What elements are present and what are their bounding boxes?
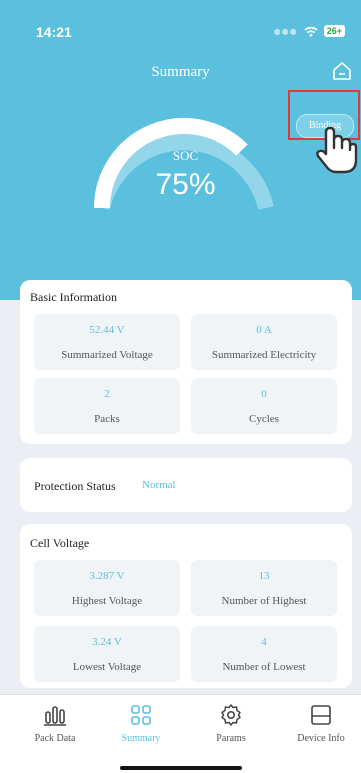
bar-chart-icon (44, 706, 66, 726)
home-icon[interactable] (331, 60, 353, 82)
basic-information-card: Basic Information 52.44 V Summarized Vol… (20, 280, 352, 444)
tab-label: Summary (121, 733, 161, 744)
tab-summary[interactable]: Summary (96, 703, 186, 744)
tile-value: 3.24 V (92, 636, 122, 648)
page-title: Summary (151, 64, 210, 80)
number-of-highest-tile: 13 Number of Highest (191, 560, 337, 616)
summarized-electricity-tile: 0 A Summarized Electricity (191, 314, 337, 370)
tile-label: Summarized Voltage (61, 349, 153, 361)
tile-value: 52.44 V (89, 324, 125, 336)
cycles-tile: 0 Cycles (191, 378, 337, 434)
tap-hand-icon (316, 126, 358, 174)
tile-value: 2 (104, 388, 110, 400)
tile-value: 13 (258, 570, 270, 582)
soc-value: 75% (155, 168, 216, 201)
cell-voltage-card: Cell Voltage 3.287 V Highest Voltage 13 … (20, 524, 352, 688)
tile-value: 0 A (256, 324, 272, 336)
summarized-voltage-tile: 52.44 V Summarized Voltage (34, 314, 180, 370)
home-indicator (120, 766, 242, 770)
tile-label: Packs (94, 413, 120, 425)
device-icon (311, 705, 331, 725)
packs-tile: 2 Packs (34, 378, 180, 434)
tile-label: Lowest Voltage (72, 661, 142, 673)
bottom-tab-bar: Pack Data Summary Params Device Info (0, 694, 361, 773)
wifi-icon (304, 26, 318, 37)
status-time: 14:21 (36, 24, 72, 40)
tile-label: Number of Lowest (222, 661, 306, 673)
basic-information-title: Basic Information (30, 290, 117, 304)
status-bar: 14:21 ●●● 26+ (0, 24, 361, 44)
cell-voltage-title: Cell Voltage (30, 536, 90, 550)
tile-label: Summarized Electricity (211, 349, 317, 361)
tile-value: 3.287 V (89, 570, 125, 582)
number-of-lowest-tile: 4 Number of Lowest (191, 626, 337, 682)
tab-pack-data[interactable]: Pack Data (10, 703, 100, 744)
grid-icon (131, 705, 151, 725)
lowest-voltage-tile: 3.24 V Lowest Voltage (34, 626, 180, 682)
tile-value: 4 (261, 636, 267, 648)
protection-status-card: Protection Status Normal (20, 458, 352, 512)
protection-status-value: Normal (142, 479, 176, 491)
tab-label: Pack Data (34, 733, 76, 744)
tile-label: Number of Highest (221, 595, 307, 607)
tab-params[interactable]: Params (186, 703, 276, 744)
highest-voltage-tile: 3.287 V Highest Voltage (34, 560, 180, 616)
battery-indicator: 26+ (323, 25, 345, 37)
tile-label: Highest Voltage (71, 595, 143, 607)
soc-label: SOC (172, 148, 199, 163)
tab-label: Device Info (297, 733, 345, 744)
signal-dots-icon: ●●● (273, 26, 298, 36)
gear-icon (221, 704, 241, 726)
tab-device-info[interactable]: Device Info (276, 703, 361, 744)
tile-value: 0 (261, 388, 267, 400)
tile-label: Cycles (249, 413, 279, 425)
protection-status-label: Protection Status (34, 479, 116, 493)
tab-label: Params (216, 733, 246, 744)
